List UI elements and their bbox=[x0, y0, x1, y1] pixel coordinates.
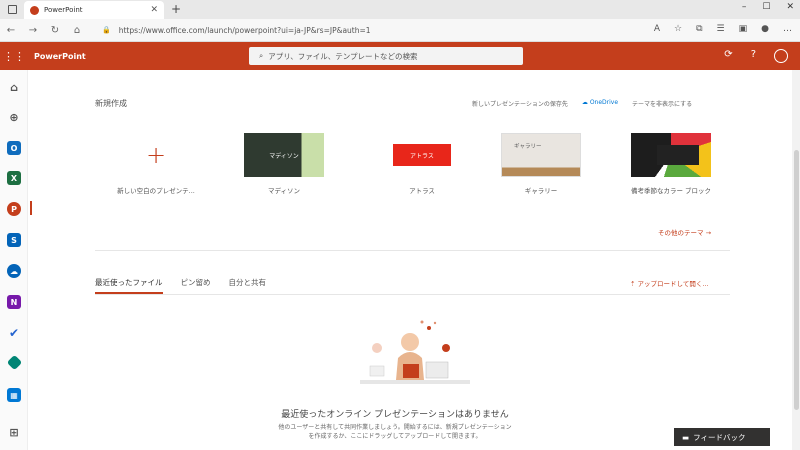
new-section-title: 新規作成 bbox=[95, 99, 127, 108]
save-location-label: 新しいプレゼンテーションの保存先 bbox=[472, 101, 568, 108]
my-day-icon[interactable]: ⟳ bbox=[724, 49, 732, 63]
browser-tab-powerpoint[interactable]: PowerPoint ✕ bbox=[24, 1, 164, 19]
url-text: https://www.office.com/launch/powerpoint… bbox=[118, 25, 371, 35]
tab-title: PowerPoint bbox=[44, 6, 83, 14]
refresh-icon[interactable]: ↻ bbox=[44, 25, 66, 36]
new-section-options: 新しいプレゼンテーションの保存先 ☁ OneDrive テーマを非表示にする bbox=[472, 99, 692, 108]
excel-icon[interactable]: X bbox=[7, 171, 21, 185]
rail-active-indicator bbox=[30, 201, 32, 215]
template-label: 新しい空白のプレゼンテ... bbox=[117, 187, 195, 195]
atlas-thumb-block: アトラス bbox=[393, 144, 451, 166]
template-atlas-thumb: アトラス bbox=[382, 133, 462, 177]
template-madison-thumb: マディソン bbox=[244, 133, 324, 177]
onenote-icon[interactable]: N bbox=[7, 295, 21, 309]
hide-themes-link[interactable]: テーマを非表示にする bbox=[632, 99, 692, 108]
empty-state-subtitle: 他のユーザーと共有して共同作業しましょう。開始するには、新規プレゼンテーション … bbox=[40, 423, 750, 441]
template-color-block-thumb bbox=[631, 133, 711, 177]
color-block-title-box bbox=[657, 145, 699, 165]
browser-toolbar-icons: A ☆ ⧉ ☰ ▣ ● … bbox=[654, 24, 792, 34]
upload-and-open-link[interactable]: ⇡ アップロードして開く... bbox=[630, 278, 709, 288]
browser-tabstrip: PowerPoint ✕ + – ☐ ✕ bbox=[0, 0, 800, 19]
powerpoint-icon[interactable]: P bbox=[7, 202, 21, 216]
empty-state-line-1: 他のユーザーと共有して共同作業しましょう。開始するには、新規プレゼンテーション bbox=[278, 424, 512, 431]
close-window-button[interactable]: ✕ bbox=[786, 2, 794, 12]
url-field[interactable]: 🔒 https://www.office.com/launch/powerpoi… bbox=[102, 26, 371, 35]
gallery-thumb-text: ギャラリー bbox=[514, 144, 542, 150]
help-icon[interactable]: ? bbox=[751, 49, 756, 63]
search-icon: ⌕ bbox=[259, 51, 264, 60]
read-aloud-icon[interactable]: A bbox=[654, 24, 660, 34]
template-label: 備考季節なカラー ブロック bbox=[630, 187, 712, 195]
collections-icon[interactable]: ▣ bbox=[739, 24, 748, 34]
tab-shared[interactable]: 自分と共有 bbox=[229, 277, 267, 294]
template-label: ギャラリー bbox=[524, 187, 558, 195]
favorites-icon[interactable]: ☰ bbox=[717, 24, 725, 34]
account-avatar[interactable] bbox=[774, 49, 788, 63]
favorite-star-icon[interactable]: ☆ bbox=[674, 24, 682, 34]
scrollbar-thumb[interactable] bbox=[794, 150, 799, 410]
profile-icon[interactable]: ● bbox=[761, 24, 769, 34]
maximize-button[interactable]: ☐ bbox=[762, 2, 770, 12]
outlook-icon[interactable]: O bbox=[7, 141, 21, 155]
window-controls: – ☐ ✕ bbox=[742, 2, 794, 12]
madison-thumb-text: マディソン bbox=[269, 152, 299, 160]
empty-state-illustration bbox=[360, 320, 470, 384]
atlas-thumb-text: アトラス bbox=[410, 152, 434, 160]
onedrive-icon[interactable]: ☁ bbox=[7, 264, 21, 278]
feedback-label: フィードバック bbox=[693, 432, 746, 442]
address-bar-row: ← → ↻ ⌂ 🔒 https://www.office.com/launch/… bbox=[0, 19, 800, 42]
forward-icon[interactable]: → bbox=[22, 25, 44, 36]
more-icon[interactable]: … bbox=[783, 24, 792, 34]
empty-state-line-2: を作成するか、ここにドラッグしてアップロードして開きます。 bbox=[308, 433, 482, 440]
lock-icon: 🔒 bbox=[102, 26, 111, 34]
tab-pinned[interactable]: ピン留め bbox=[181, 277, 211, 294]
template-label: マディソン bbox=[267, 187, 301, 195]
tabs-divider bbox=[95, 294, 730, 295]
tab-close-icon[interactable]: ✕ bbox=[150, 5, 158, 15]
create-icon[interactable]: ⊕ bbox=[7, 110, 21, 124]
back-icon[interactable]: ← bbox=[0, 25, 22, 36]
template-gallery[interactable]: ギャラリー ギャラリー bbox=[500, 133, 582, 195]
tab-recent[interactable]: 最近使ったファイル bbox=[95, 277, 163, 294]
template-gallery-thumb: ギャラリー bbox=[501, 133, 581, 177]
template-madison[interactable]: マディソン マディソン bbox=[243, 133, 325, 195]
template-atlas[interactable]: アトラス アトラス bbox=[381, 133, 463, 195]
todo-icon[interactable]: ✔ bbox=[7, 326, 21, 340]
more-themes-link[interactable]: その他のテーマ → bbox=[658, 227, 711, 237]
office-app-bar: ⋮⋮ PowerPoint ⌕ アプリ、ファイル、テンプレートなどの検索 ⟳ ? bbox=[0, 42, 800, 70]
all-apps-icon[interactable]: ⊞ bbox=[7, 425, 21, 439]
feedback-icon: ▬ bbox=[682, 432, 690, 442]
new-tab-button[interactable]: + bbox=[171, 2, 181, 16]
app-name[interactable]: PowerPoint bbox=[34, 52, 86, 61]
home-browser-icon[interactable]: ⌂ bbox=[66, 25, 88, 36]
sway-icon[interactable] bbox=[6, 354, 23, 371]
calendar-icon[interactable]: ▦ bbox=[7, 388, 21, 402]
plus-icon: + bbox=[145, 141, 167, 169]
sidebar-toggle-icon[interactable] bbox=[8, 5, 17, 14]
extensions-icon[interactable]: ⧉ bbox=[696, 24, 702, 34]
file-tabs: 最近使ったファイル ピン留め 自分と共有 bbox=[95, 277, 266, 294]
main-content: 新規作成 新しいプレゼンテーションの保存先 ☁ OneDrive テーマを非表示… bbox=[40, 70, 800, 450]
app-launcher-icon[interactable]: ⋮⋮ bbox=[0, 50, 28, 63]
onedrive-location-link[interactable]: ☁ OneDrive bbox=[582, 99, 618, 108]
powerpoint-favicon-icon bbox=[30, 5, 39, 15]
home-icon[interactable]: ⌂ bbox=[7, 80, 21, 94]
search-placeholder: アプリ、ファイル、テンプレートなどの検索 bbox=[268, 51, 418, 61]
template-blank[interactable]: + 新しい空白のプレゼンテ... bbox=[115, 133, 197, 195]
search-input[interactable]: ⌕ アプリ、ファイル、テンプレートなどの検索 bbox=[249, 47, 523, 65]
template-label: アトラス bbox=[409, 187, 435, 195]
app-rail: ⌂ ⊕ O X P S ☁ N ✔ ▦ ⊞ bbox=[0, 70, 28, 450]
app-bar-right: ⟳ ? bbox=[724, 49, 788, 63]
onedrive-app-icon[interactable]: S bbox=[7, 233, 21, 247]
section-divider bbox=[95, 250, 730, 251]
template-color-block[interactable]: 備考季節なカラー ブロック bbox=[630, 133, 712, 195]
feedback-button[interactable]: ▬ フィードバック bbox=[674, 428, 770, 446]
vertical-scrollbar[interactable] bbox=[792, 70, 800, 450]
empty-state-title: 最近使ったオンライン プレゼンテーションはありません bbox=[281, 410, 509, 420]
onedrive-label: OneDrive bbox=[589, 99, 619, 106]
minimize-button[interactable]: – bbox=[742, 2, 747, 12]
